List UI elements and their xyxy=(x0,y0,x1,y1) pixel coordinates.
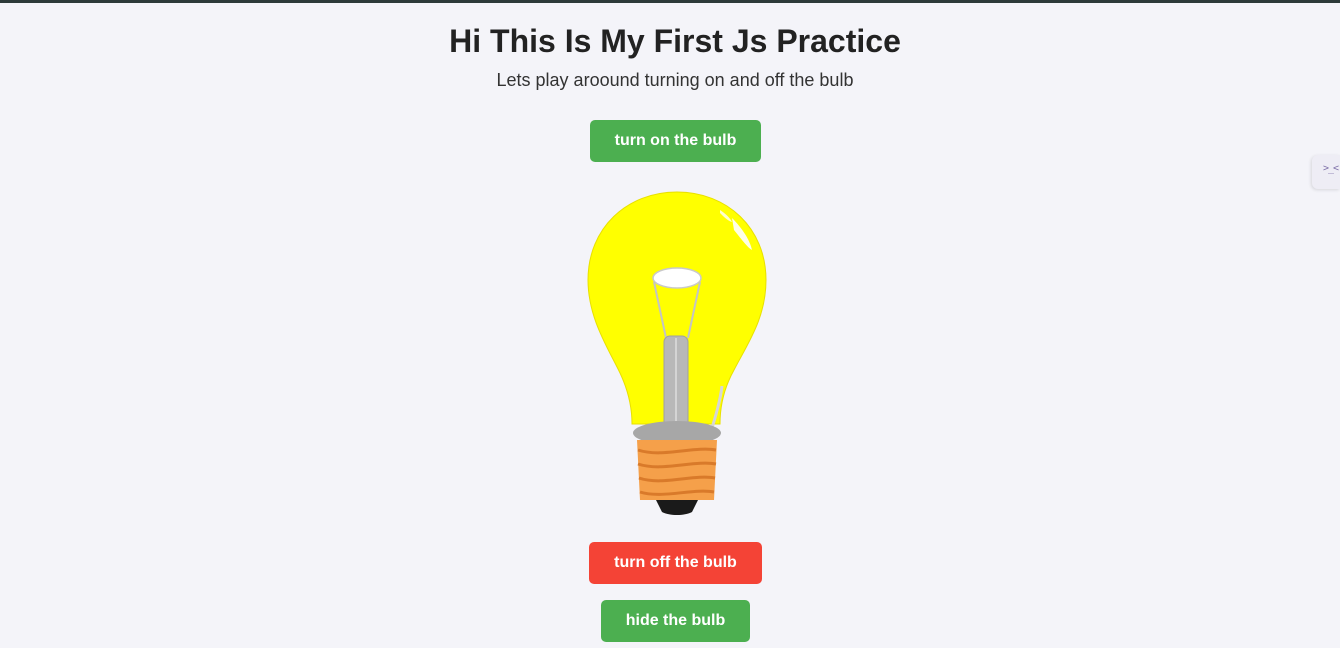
turn-on-button[interactable]: turn on the bulb xyxy=(590,120,761,162)
turn-off-button[interactable]: turn off the bulb xyxy=(589,542,762,584)
lightbulb-icon xyxy=(587,191,767,515)
bulb-image xyxy=(582,188,772,518)
page-subtitle: Lets play aroound turning on and off the… xyxy=(496,70,854,90)
code-icon: >_< xyxy=(1323,163,1339,174)
page: Hi This Is My First Js Practice Lets pla… xyxy=(0,0,1340,648)
top-border xyxy=(0,0,1340,3)
hide-bulb-button[interactable]: hide the bulb xyxy=(601,600,750,642)
page-title: Hi This Is My First Js Practice xyxy=(449,23,901,59)
side-extension-widget[interactable]: >_< xyxy=(1312,155,1340,189)
